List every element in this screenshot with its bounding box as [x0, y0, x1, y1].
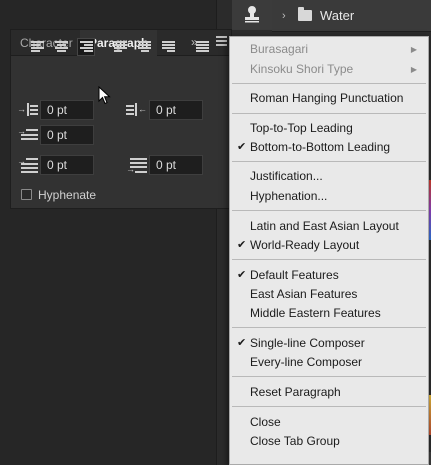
menu-item-hyphenation[interactable]: Hyphenation...	[230, 187, 428, 206]
menu-separator	[232, 406, 426, 407]
menu-item-default-features[interactable]: ✔ Default Features	[230, 266, 428, 285]
space-before-field[interactable]: 0 pt	[40, 155, 94, 175]
stamp-icon	[245, 6, 259, 23]
folder-icon	[298, 7, 312, 21]
checkmark-icon: ✔	[237, 269, 247, 281]
checkmark-icon: ✔	[237, 337, 247, 349]
menu-item-east-asian-features[interactable]: East Asian Features	[230, 285, 428, 304]
left-indent-icon: →	[17, 102, 39, 118]
mouse-cursor-icon	[98, 86, 111, 105]
align-right-button[interactable]	[77, 38, 95, 56]
justify-last-right-button[interactable]	[160, 38, 178, 56]
menu-item-single-line-composer[interactable]: ✔ Single-line Composer	[230, 334, 428, 353]
align-center-button[interactable]	[53, 38, 71, 56]
space-before-icon: →	[17, 157, 39, 173]
menu-separator	[232, 83, 426, 84]
menu-item-latin-east-asian-layout[interactable]: Latin and East Asian Layout	[230, 217, 428, 236]
chevron-right-icon[interactable]: ›	[282, 10, 290, 22]
right-indent-icon: ←	[126, 102, 148, 118]
space-after-field[interactable]: 0 pt	[149, 155, 203, 175]
paragraph-panel-menu: Burasagari ▶ Kinsoku Shori Type ▶ Roman …	[229, 36, 429, 465]
menu-separator	[232, 113, 426, 114]
menu-separator	[232, 210, 426, 211]
first-line-indent-field[interactable]: 0 pt	[40, 125, 94, 145]
menu-item-burasagari[interactable]: Burasagari ▶	[230, 40, 428, 59]
space-after-icon: →	[126, 157, 148, 174]
justify-all-button[interactable]	[194, 38, 212, 56]
menu-item-close-tab-group[interactable]: Close Tab Group	[230, 432, 428, 451]
menu-item-every-line-composer[interactable]: Every-line Composer	[230, 353, 428, 372]
hyphenate-label: Hyphenate	[38, 188, 97, 202]
submenu-arrow-icon: ▶	[410, 65, 417, 74]
submenu-arrow-icon: ▶	[410, 45, 417, 54]
menu-item-roman-hanging-punctuation[interactable]: Roman Hanging Punctuation	[230, 89, 428, 108]
menu-separator	[232, 259, 426, 260]
checkmark-icon: ✔	[237, 141, 247, 153]
menu-item-justification[interactable]: Justification...	[230, 167, 428, 186]
panel-menu-icon[interactable]	[216, 36, 227, 50]
menu-item-world-ready-layout[interactable]: ✔ World-Ready Layout	[230, 236, 428, 255]
menu-item-middle-eastern-features[interactable]: Middle Eastern Features	[230, 304, 428, 323]
layer-group-name: Water	[320, 8, 355, 23]
right-indent-field[interactable]: 0 pt	[149, 100, 203, 120]
menu-item-kinsoku-shori-type[interactable]: Kinsoku Shori Type ▶	[230, 60, 428, 79]
layer-group-row[interactable]: › Water	[272, 0, 431, 32]
layer-stamp-button[interactable]	[232, 0, 272, 30]
align-left-button[interactable]	[29, 38, 47, 56]
menu-item-close[interactable]: Close	[230, 413, 428, 432]
hyphenate-checkbox[interactable]	[21, 189, 32, 200]
first-line-indent-icon: →	[17, 127, 39, 143]
checkmark-icon: ✔	[237, 239, 247, 251]
left-indent-field[interactable]: 0 pt	[40, 100, 94, 120]
menu-item-reset-paragraph[interactable]: Reset Paragraph	[230, 383, 428, 402]
menu-item-bottom-to-bottom-leading[interactable]: ✔ Bottom-to-Bottom Leading	[230, 138, 428, 157]
menu-separator	[232, 376, 426, 377]
menu-separator	[232, 161, 426, 162]
menu-separator	[232, 327, 426, 328]
menu-item-top-to-top-leading[interactable]: Top-to-Top Leading	[230, 119, 428, 138]
justify-last-center-button[interactable]	[136, 38, 154, 56]
justify-last-left-button[interactable]	[112, 38, 130, 56]
